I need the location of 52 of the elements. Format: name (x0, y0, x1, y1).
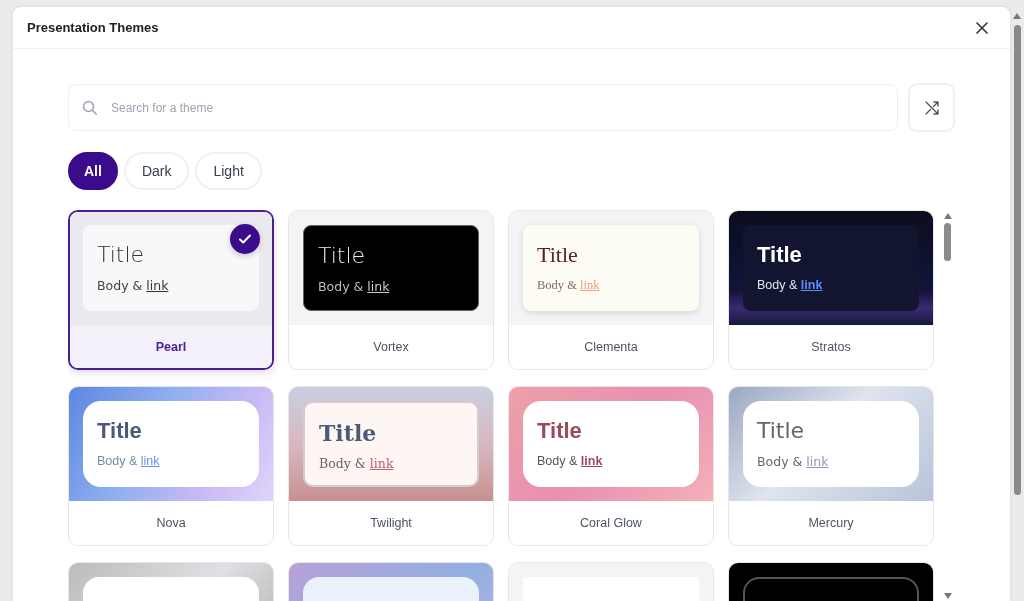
sample-title: Title (319, 420, 378, 446)
close-icon (976, 21, 988, 34)
scroll-up-arrow-icon[interactable] (943, 213, 952, 219)
theme-card[interactable]: Title Body & link Twilight (288, 386, 494, 546)
sample-body-text: Body & link (319, 456, 395, 471)
sample-link[interactable]: link (146, 278, 169, 293)
sample-body-text: Body & link (97, 454, 161, 468)
search-icon (82, 100, 98, 116)
theme-card[interactable]: Title Body & link Pearl (68, 210, 274, 370)
sample-body-text: Body & link (757, 278, 824, 292)
theme-card[interactable]: Title Body & link Vortex (288, 210, 494, 370)
shuffle-icon (923, 99, 940, 116)
sample-link[interactable]: link (800, 278, 823, 292)
dialog-title: Presentation Themes (27, 20, 159, 35)
sample-link[interactable]: link (367, 279, 390, 294)
theme-name: Nova (155, 515, 187, 532)
sample-title: Title (757, 418, 806, 444)
theme-name: Pearl (70, 326, 272, 368)
filter-chip[interactable]: Light (195, 152, 262, 190)
sample-body-text: Body & link (97, 278, 170, 293)
theme-name: Stratos (810, 339, 852, 356)
filter-chip[interactable]: All (68, 152, 118, 190)
close-button[interactable] (974, 19, 990, 36)
theme-card[interactable]: Title Body & link Coral Glow (508, 386, 714, 546)
sample-title: Title (757, 242, 803, 268)
sample-link[interactable]: link (580, 454, 603, 468)
sample-title: Title (318, 243, 367, 269)
sample-title: Title (537, 242, 579, 268)
theme-name: Coral Glow (579, 515, 643, 532)
sample-title: Title (97, 418, 143, 444)
theme-card[interactable]: Title Body & link Nova (68, 386, 274, 546)
shuffle-button[interactable] (908, 83, 955, 132)
sample-title: Title (97, 242, 146, 268)
theme-card[interactable]: Title Body & link Stratos (728, 210, 934, 370)
scrollbar-thumb[interactable] (1013, 25, 1021, 495)
sample-title: Title (537, 418, 583, 444)
theme-name: Vortex (372, 339, 410, 356)
scroll-up-arrow-icon[interactable] (1013, 13, 1021, 19)
scrollbar-thumb[interactable] (944, 223, 951, 261)
theme-name: Twilight (369, 515, 413, 532)
sample-body-text: Body & link (318, 279, 391, 294)
theme-card[interactable]: Title Body & link Clementa (508, 210, 714, 370)
scroll-down-arrow-icon[interactable] (943, 593, 952, 599)
search-field[interactable]: Search for a theme (68, 84, 898, 131)
theme-name: Mercury (807, 515, 855, 532)
sample-link[interactable]: link (369, 456, 394, 471)
theme-card[interactable]: Title Body & link Mercury (728, 386, 934, 546)
theme-name: Clementa (583, 339, 639, 356)
sample-body-text: Body & link (537, 454, 604, 468)
filter-chip[interactable]: Dark (123, 152, 190, 190)
sample-body-text: Body & link (757, 454, 830, 469)
sample-body-text: Body & link (537, 278, 601, 293)
